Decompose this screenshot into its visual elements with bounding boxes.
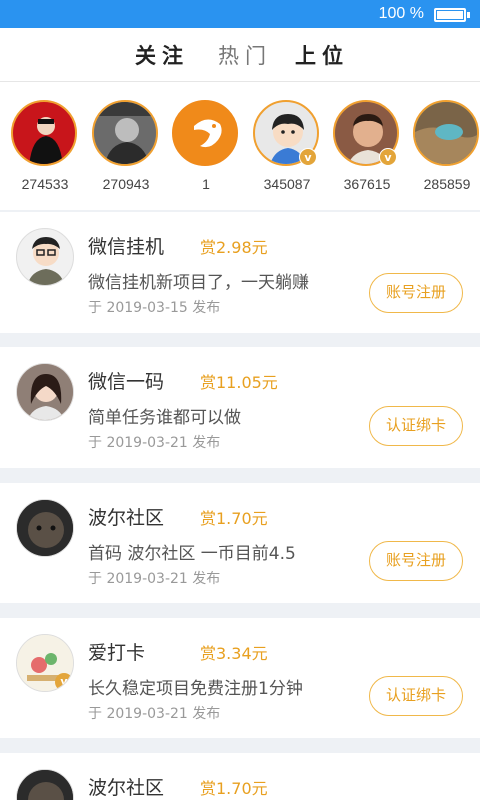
followed-user[interactable]: v 367615 bbox=[327, 100, 407, 200]
task-reward: 赏1.70元 bbox=[200, 509, 268, 528]
verify-bind-card-button[interactable]: 认证绑卡 bbox=[369, 406, 463, 446]
task-description: 长久稳定项目免费注册1分钟 bbox=[88, 679, 303, 699]
verified-badge-icon: v bbox=[299, 148, 317, 166]
task-description: 简单任务谁都可以做 bbox=[88, 408, 241, 428]
task-avatar bbox=[16, 769, 74, 800]
task-title: 波尔社区 bbox=[88, 507, 165, 529]
followed-user[interactable]: 285859 bbox=[407, 100, 480, 200]
follower-count: 274533 bbox=[21, 176, 69, 192]
task-date: 于 2019-03-21 发布 bbox=[88, 435, 221, 451]
followed-user[interactable]: 274533 bbox=[5, 100, 85, 200]
battery-percent: 100 % bbox=[378, 5, 424, 22]
battery-icon bbox=[434, 8, 466, 22]
user-avatar[interactable] bbox=[11, 100, 77, 166]
task-card[interactable]: v 爱打卡 赏3.34元 长久稳定项目免费注册1分钟 于 2019-03-21 … bbox=[0, 618, 480, 738]
tab-top[interactable]: 上位 bbox=[295, 40, 349, 70]
task-card[interactable]: 微信挂机 赏2.98元 微信挂机新项目了，一天躺赚 于 2019-03-15 发… bbox=[0, 212, 480, 333]
task-reward: 赏1.70元 bbox=[200, 779, 268, 798]
task-card[interactable]: 微信一码 赏11.05元 简单任务谁都可以做 于 2019-03-21 发布 认… bbox=[0, 347, 480, 468]
task-title: 爱打卡 bbox=[88, 642, 146, 664]
battery-tip bbox=[467, 12, 470, 18]
task-avatar bbox=[16, 499, 74, 557]
task-description: 首码 波尔社区 一币目前4.5 bbox=[88, 544, 296, 564]
followed-user[interactable]: 270943 bbox=[86, 100, 166, 200]
tab-hot[interactable]: 热门 bbox=[218, 40, 272, 70]
top-tabs: 关注 热门 上位 bbox=[0, 28, 480, 82]
user-avatar[interactable] bbox=[92, 100, 158, 166]
task-title: 微信一码 bbox=[88, 371, 165, 393]
follower-count: 285859 bbox=[423, 176, 471, 192]
verified-badge-icon: v bbox=[379, 148, 397, 166]
task-avatar: v bbox=[16, 634, 74, 692]
tab-follow[interactable]: 关注 bbox=[135, 40, 189, 70]
task-date: 于 2019-03-21 发布 bbox=[88, 706, 221, 722]
user-avatar[interactable] bbox=[172, 100, 238, 166]
task-date: 于 2019-03-15 发布 bbox=[88, 300, 221, 316]
task-card[interactable]: 波尔社区 赏1.70元 bbox=[0, 753, 480, 800]
task-reward: 赏11.05元 bbox=[200, 373, 278, 392]
battery-level bbox=[437, 11, 463, 19]
task-description: 微信挂机新项目了，一天躺赚 bbox=[88, 273, 309, 293]
task-reward: 赏3.34元 bbox=[200, 644, 268, 663]
follower-count: 270943 bbox=[102, 176, 150, 192]
user-avatar[interactable] bbox=[413, 100, 479, 166]
task-title: 微信挂机 bbox=[88, 236, 165, 258]
register-account-button[interactable]: 账号注册 bbox=[369, 541, 463, 581]
verify-bind-card-button[interactable]: 认证绑卡 bbox=[369, 676, 463, 716]
verified-badge-icon: v bbox=[55, 673, 73, 691]
follower-count: 345087 bbox=[263, 176, 311, 192]
task-reward: 赏2.98元 bbox=[200, 238, 268, 257]
follower-count: 1 bbox=[202, 176, 210, 192]
task-title: 波尔社区 bbox=[88, 777, 165, 799]
task-date: 于 2019-03-21 发布 bbox=[88, 571, 221, 587]
followed-user[interactable]: v 345087 bbox=[247, 100, 327, 200]
status-bar: 100 % bbox=[0, 0, 480, 28]
follower-count: 367615 bbox=[343, 176, 391, 192]
task-avatar bbox=[16, 228, 74, 286]
task-avatar bbox=[16, 363, 74, 421]
followed-users-strip[interactable]: 274533 270943 1 v 345087 v 367615 285859 bbox=[0, 82, 480, 210]
register-account-button[interactable]: 账号注册 bbox=[369, 273, 463, 313]
followed-user[interactable]: 1 bbox=[166, 100, 246, 200]
task-card[interactable]: 波尔社区 赏1.70元 首码 波尔社区 一币目前4.5 于 2019-03-21… bbox=[0, 483, 480, 603]
